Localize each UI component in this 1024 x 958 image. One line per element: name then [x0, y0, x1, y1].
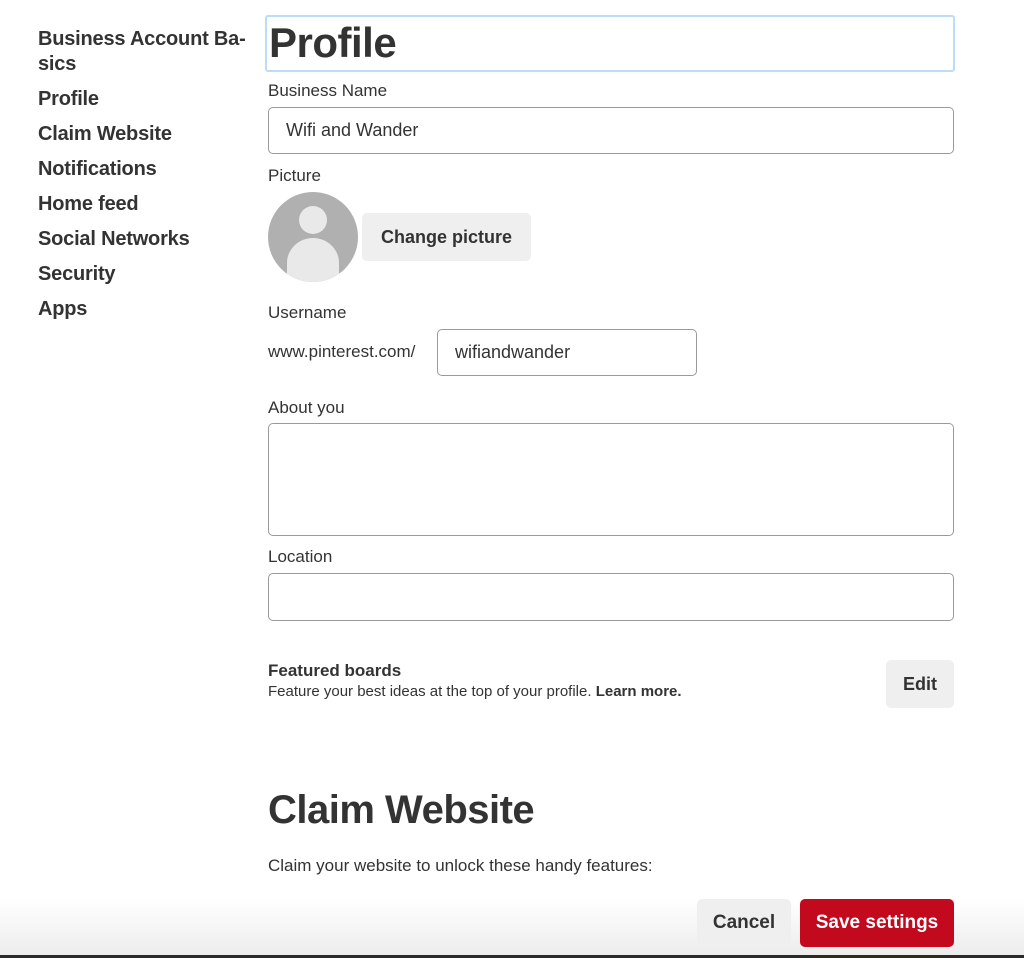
- featured-boards-description: Feature your best ideas at the top of yo…: [268, 683, 682, 700]
- sidebar-item-social-networks[interactable]: Social Networks: [38, 227, 260, 252]
- username-input[interactable]: [437, 329, 697, 376]
- page-title: Profile: [269, 19, 397, 66]
- sidebar-item-business-account-basics[interactable]: Business Account Ba-sics: [38, 27, 258, 77]
- learn-more-link[interactable]: Learn more.: [596, 683, 682, 700]
- featured-boards-title: Featured boards: [268, 661, 402, 680]
- sidebar-item-claim-website[interactable]: Claim Website: [38, 122, 260, 147]
- claim-website-description: Claim your website to unlock these handy…: [268, 856, 653, 875]
- business-name-input[interactable]: [268, 107, 954, 154]
- business-name-label: Business Name: [268, 81, 388, 100]
- avatar-body-shape: [287, 238, 339, 282]
- username-url-prefix: www.pinterest.com/: [268, 342, 416, 361]
- location-input[interactable]: [268, 573, 954, 621]
- save-settings-button[interactable]: Save settings: [800, 899, 954, 947]
- about-you-label: About you: [268, 398, 345, 417]
- username-label: Username: [268, 303, 347, 322]
- avatar-icon: [268, 192, 358, 282]
- edit-featured-boards-button[interactable]: Edit: [886, 660, 954, 708]
- featured-boards-description-text: Feature your best ideas at the top of yo…: [268, 683, 596, 700]
- picture-label: Picture: [268, 166, 321, 185]
- cancel-button[interactable]: Cancel: [697, 899, 791, 947]
- sidebar-item-apps[interactable]: Apps: [38, 297, 260, 322]
- sidebar-item-home-feed[interactable]: Home feed: [38, 192, 260, 217]
- about-you-textarea[interactable]: [268, 423, 954, 536]
- sidebar-item-notifications[interactable]: Notifications: [38, 157, 260, 182]
- claim-website-heading: Claim Website: [268, 788, 535, 832]
- location-label: Location: [268, 547, 333, 566]
- page-title-box: Profile: [265, 15, 955, 72]
- avatar-head-shape: [299, 206, 327, 234]
- sidebar-item-profile[interactable]: Profile: [38, 87, 260, 112]
- settings-sidebar: Business Account Ba-sics Profile Claim W…: [38, 27, 260, 332]
- sidebar-item-security[interactable]: Security: [38, 262, 260, 287]
- change-picture-button[interactable]: Change picture: [362, 213, 531, 261]
